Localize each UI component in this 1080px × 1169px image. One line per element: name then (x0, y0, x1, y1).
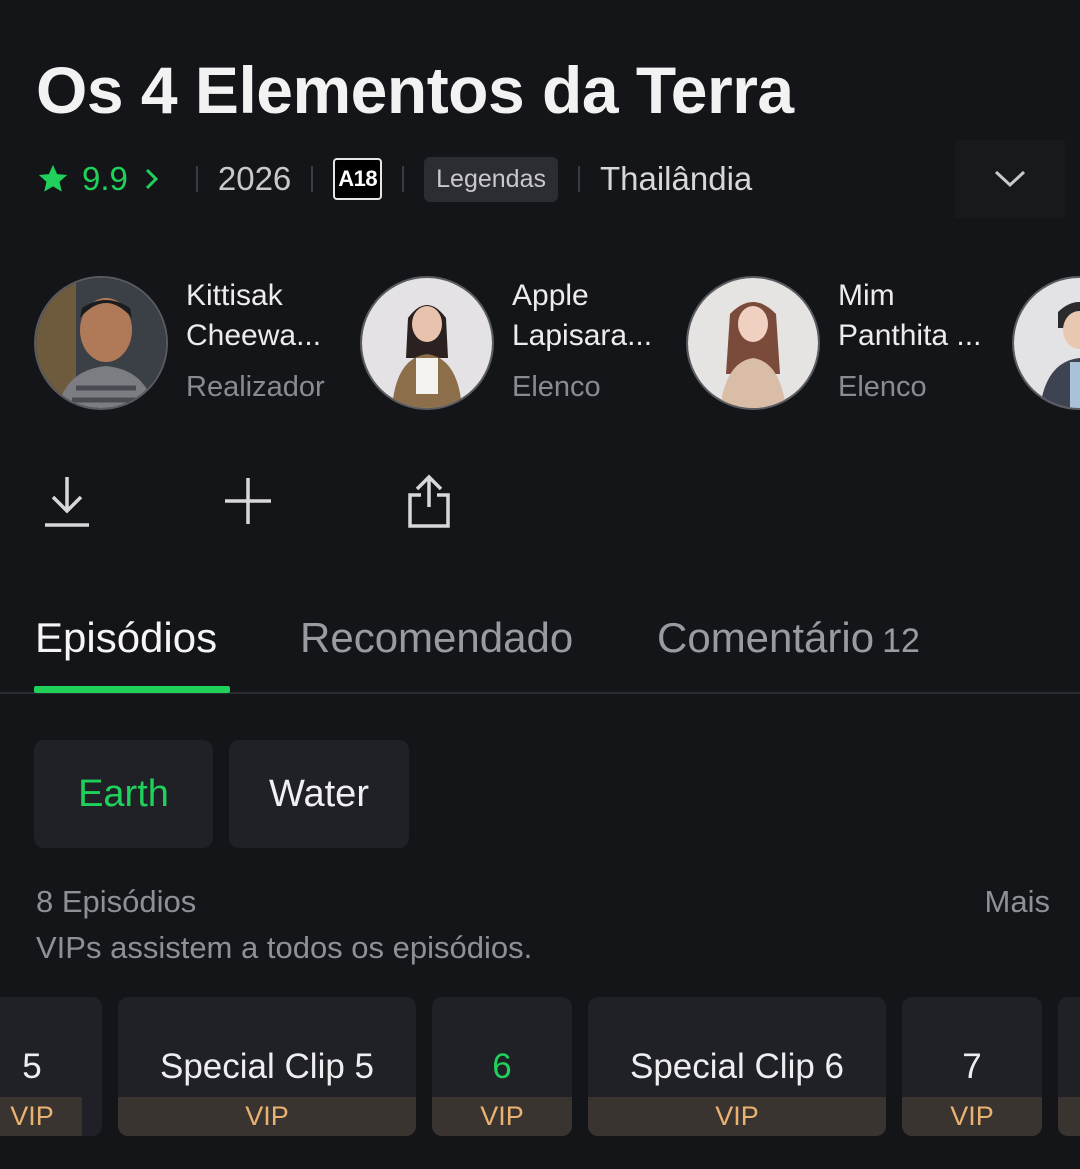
cast-item[interactable]: Apple Lapisara... Elenco (360, 276, 662, 412)
tab-bar: Episódios Recomendado Comentário 12 (0, 610, 1080, 694)
episode-label: Special Clip 6 (630, 1047, 844, 1086)
plus-icon (225, 478, 271, 524)
tab-recommended[interactable]: Recomendado (300, 614, 573, 662)
more-episodes-link[interactable]: Mais (985, 884, 1050, 920)
cast-role: Realizador (186, 371, 325, 403)
vip-badge-strip (1058, 1097, 1080, 1136)
episode-item[interactable]: 7 VIP (902, 997, 1042, 1136)
add-to-list-button[interactable] (217, 470, 279, 532)
cast-item[interactable]: Mim Panthita ... Elenco (686, 276, 988, 412)
episode-item[interactable]: 6 VIP (432, 997, 572, 1136)
avatar (34, 276, 168, 410)
episode-count: 8 Episódios (36, 884, 197, 919)
share-button[interactable] (398, 470, 460, 532)
divider (195, 166, 198, 192)
download-button[interactable] (36, 470, 98, 532)
episode-label: 6 (492, 1047, 512, 1086)
vip-note: VIPs assistem a todos os episódios. (36, 930, 533, 965)
episode-label: 5 (22, 1047, 42, 1086)
rating-value: 9.9 (82, 160, 128, 197)
download-icon (45, 477, 89, 527)
episode-item[interactable]: Special Clip 6 VIP (588, 997, 886, 1136)
star-icon (38, 164, 68, 192)
active-tab-indicator (34, 686, 230, 693)
expand-details-button[interactable] (955, 140, 1065, 218)
chevron-down-icon (994, 170, 1026, 188)
episode-list: 5 VIP Special Clip 5 VIP 6 VIP Special C… (0, 997, 1080, 1137)
tab-comments[interactable]: Comentário 12 (657, 614, 920, 662)
cast-item[interactable]: Kittisak Cheewa... Realizador (34, 276, 336, 412)
show-meta: 9.9 2026 A18 Legendas Thailândia (36, 155, 752, 203)
episode-item[interactable]: 5 VIP (0, 997, 102, 1136)
cast-list: Kittisak Cheewa... Realizador Apple Lapi… (34, 276, 1080, 412)
show-title: Os 4 Elementos da Terra (36, 53, 794, 127)
divider (311, 166, 314, 192)
season-earth-button[interactable]: Earth (34, 740, 213, 848)
cast-item[interactable] (1012, 276, 1080, 412)
divider (577, 166, 580, 192)
avatar (1012, 276, 1080, 410)
vip-badge: VIP (588, 1097, 886, 1136)
release-year: 2026 (217, 160, 292, 197)
tab-episodes[interactable]: Episódios (35, 614, 217, 662)
vip-badge: VIP (902, 1097, 1042, 1136)
vip-badge: VIP (0, 1097, 82, 1136)
share-icon (408, 474, 450, 528)
chevron-right-icon (145, 168, 158, 190)
vip-badge: VIP (432, 1097, 572, 1136)
cast-name: Mim Panthita ... (838, 279, 982, 352)
rating-link[interactable]: 9.9 (36, 160, 176, 198)
avatar (686, 276, 820, 410)
cast-name: Apple Lapisara... (512, 279, 653, 352)
episode-item[interactable] (1058, 997, 1080, 1136)
cast-name: Kittisak Cheewa... (186, 279, 322, 352)
season-water-button[interactable]: Water (229, 740, 409, 848)
episode-item[interactable]: Special Clip 5 VIP (118, 997, 416, 1136)
cast-role: Elenco (838, 371, 927, 403)
age-rating-badge: A18 (333, 158, 383, 200)
country-label: Thailândia (599, 160, 753, 197)
vip-badge: VIP (118, 1097, 416, 1136)
episode-label: 7 (962, 1047, 982, 1086)
cast-role: Elenco (512, 371, 601, 403)
divider (402, 166, 405, 192)
episode-label: Special Clip 5 (160, 1047, 374, 1086)
subtitles-badge: Legendas (424, 156, 558, 202)
comments-count: 12 (882, 622, 920, 660)
tab-comments-label: Comentário (657, 614, 875, 661)
avatar (360, 276, 494, 410)
